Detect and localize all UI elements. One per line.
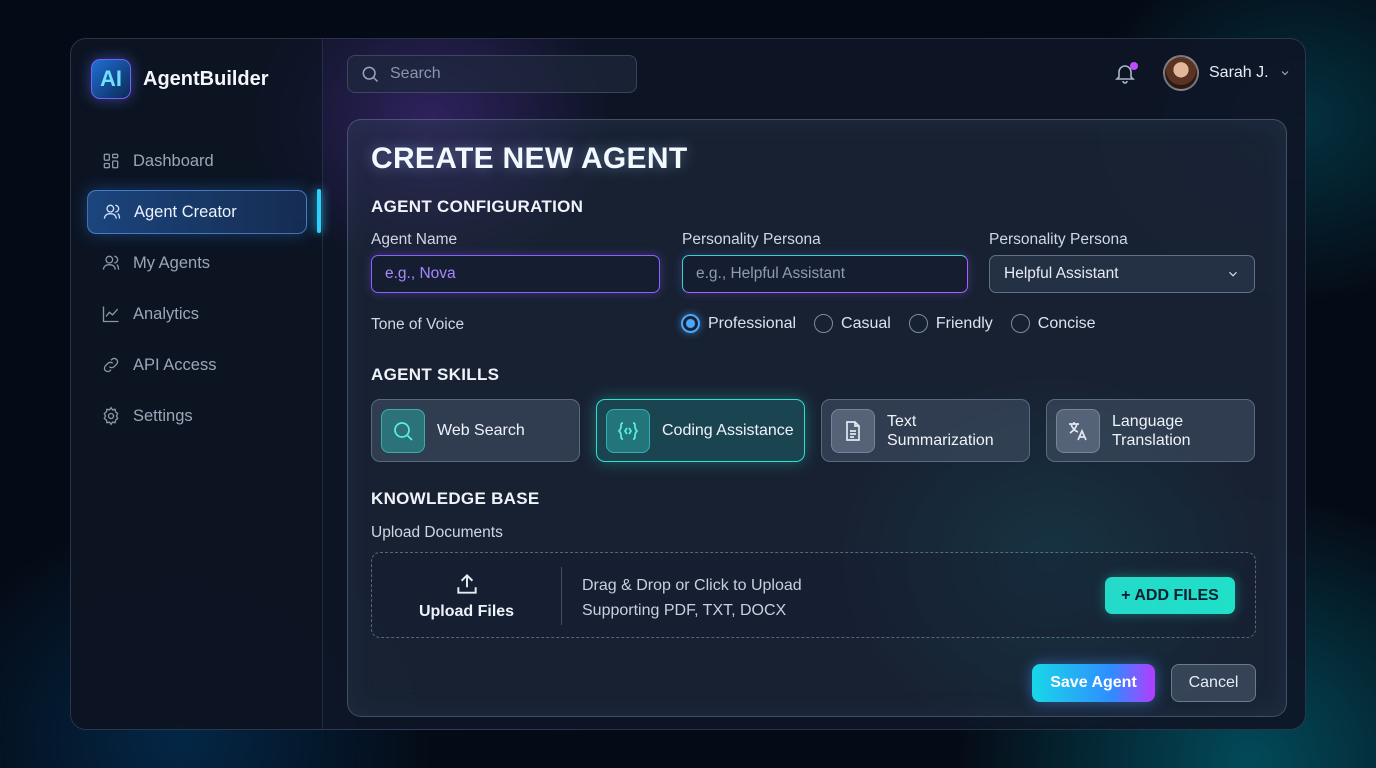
sidebar-item-settings[interactable]: Settings xyxy=(87,394,307,438)
skill-card-coding-assistance[interactable]: Coding Assistance xyxy=(596,399,805,462)
sidebar-item-label: Settings xyxy=(133,406,193,425)
section-title-knowledge: KNOWLEDGE BASE xyxy=(371,489,540,508)
sidebar-item-analytics[interactable]: Analytics xyxy=(87,292,307,336)
radio-selected[interactable] xyxy=(681,314,700,333)
tone-option-concise[interactable]: Concise xyxy=(1010,314,1096,333)
page-title: CREATE NEW AGENT xyxy=(371,142,688,175)
supported-formats: Supporting PDF, TXT, DOCX xyxy=(582,602,787,619)
sidebar-item-label: Dashboard xyxy=(133,151,214,170)
upload-instructions: Drag & Drop or Click to Upload Supportin… xyxy=(582,573,802,623)
notification-dot xyxy=(1130,62,1138,70)
save-agent-button[interactable]: Save Agent xyxy=(1032,664,1155,702)
sidebar-item-dashboard[interactable]: Dashboard xyxy=(87,139,307,183)
sidebar-item-label: Analytics xyxy=(133,304,200,323)
section-title-skills: AGENT SKILLS xyxy=(371,365,500,384)
document-icon xyxy=(846,420,860,441)
persona-label: Personality Persona xyxy=(682,231,821,248)
tone-radio-group: Professional Casual Friendly Concise xyxy=(681,314,1096,333)
search-input[interactable] xyxy=(390,65,610,83)
add-files-button[interactable]: + ADD FILES xyxy=(1105,577,1235,614)
sidebar-item-agent-creator[interactable]: Agent Creator xyxy=(87,190,307,234)
upload-documents-label: Upload Documents xyxy=(371,524,503,541)
translate-icon xyxy=(1069,421,1087,440)
logo: AI xyxy=(91,59,131,99)
skill-icon-box xyxy=(1056,408,1100,453)
create-agent-panel: CREATE NEW AGENT AGENT CONFIGURATION Age… xyxy=(347,119,1287,717)
drop-text: Drag & Drop or Click to Upload xyxy=(582,577,802,594)
app-window: AI AgentBuilder Dashboard Agent Creator … xyxy=(70,38,1306,730)
skill-label: Web Search xyxy=(437,422,525,439)
persona-select-label: Personality Persona xyxy=(989,231,1128,248)
gear-icon xyxy=(103,406,119,426)
skill-label: Text Summarization xyxy=(887,412,994,449)
brand: AI AgentBuilder xyxy=(91,59,269,99)
chevron-down-icon xyxy=(1281,71,1288,76)
tone-option-label: Professional xyxy=(708,314,797,332)
search-bar[interactable] xyxy=(347,55,637,93)
sidebar-item-my-agents[interactable]: My Agents xyxy=(87,241,307,285)
persona-select[interactable]: Helpful Assistant xyxy=(989,255,1255,293)
tone-option-label: Friendly xyxy=(935,314,993,332)
upload-dropzone[interactable]: Upload Files Drag & Drop or Click to Upl… xyxy=(371,552,1256,638)
skill-card-language-translation[interactable]: Language Translation xyxy=(1046,399,1255,462)
skill-icon-box xyxy=(606,408,650,453)
users-icon xyxy=(102,255,120,270)
user-icon xyxy=(103,204,121,219)
search-icon xyxy=(362,66,379,83)
chevron-down-icon xyxy=(1229,271,1237,277)
skill-card-text-summarization[interactable]: Text Summarization xyxy=(821,399,1030,462)
cancel-button[interactable]: Cancel xyxy=(1171,664,1256,702)
dashboard-icon xyxy=(103,153,119,169)
sidebar-item-label: My Agents xyxy=(133,253,211,272)
tone-label: Tone of Voice xyxy=(371,316,465,333)
notification-button[interactable] xyxy=(1113,61,1138,85)
active-indicator xyxy=(317,189,321,233)
section-title-configuration: AGENT CONFIGURATION xyxy=(371,197,584,216)
skill-label: Coding Assistance xyxy=(662,422,794,439)
tone-option-friendly[interactable]: Friendly xyxy=(908,314,993,333)
code-icon xyxy=(617,421,639,440)
radio-unselected[interactable] xyxy=(908,314,928,333)
upload-files-button[interactable]: Upload Files xyxy=(372,567,562,625)
sidebar: AI AgentBuilder Dashboard Agent Creator … xyxy=(71,39,323,729)
avatar xyxy=(1163,55,1199,91)
user-menu[interactable]: Sarah J. xyxy=(1163,55,1291,91)
upload-icon xyxy=(456,573,477,594)
skill-icon-box xyxy=(831,408,875,453)
sidebar-nav: Dashboard Agent Creator My Agents Analyt… xyxy=(87,139,307,445)
radio-unselected[interactable] xyxy=(814,314,834,333)
upload-files-label: Upload Files xyxy=(418,603,515,620)
sidebar-item-api-access[interactable]: API Access xyxy=(87,343,307,387)
agent-name-label: Agent Name xyxy=(371,231,458,248)
agent-name-input[interactable] xyxy=(371,255,660,293)
chart-line-icon xyxy=(102,306,119,323)
link-icon xyxy=(103,357,119,373)
persona-input[interactable] xyxy=(682,255,968,293)
persona-select-value: Helpful Assistant xyxy=(1004,265,1119,282)
skill-card-web-search[interactable]: Web Search xyxy=(371,399,580,462)
sidebar-item-label: Agent Creator xyxy=(134,202,237,221)
tone-option-casual[interactable]: Casual xyxy=(814,314,891,333)
skill-icon-box xyxy=(381,408,425,453)
sidebar-item-label: API Access xyxy=(133,355,217,374)
search-icon xyxy=(394,421,413,441)
user-name: Sarah J. xyxy=(1209,64,1269,81)
radio-unselected[interactable] xyxy=(1010,314,1030,333)
brand-name: AgentBuilder xyxy=(143,67,269,90)
tone-option-label: Casual xyxy=(841,314,891,332)
tone-option-professional[interactable]: Professional xyxy=(681,314,796,333)
tone-option-label: Concise xyxy=(1037,314,1096,332)
skill-label: Language Translation xyxy=(1112,412,1191,449)
